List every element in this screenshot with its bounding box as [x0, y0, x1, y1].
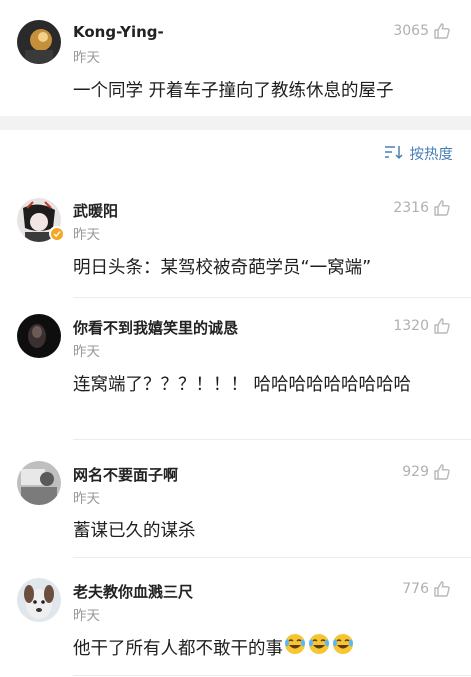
- laugh-cry-emoji-icon: [308, 633, 330, 665]
- avatar[interactable]: [17, 314, 61, 358]
- thumbs-up-icon: [433, 317, 451, 335]
- username[interactable]: Kong-Ying-: [73, 23, 164, 41]
- comment-text: 连窝端了？？？！！！ 哈哈哈哈哈哈哈哈哈: [73, 375, 412, 395]
- user-photo-icon: [17, 314, 61, 358]
- comment-text: 一个同学 开着车子撞向了教练休息的屋子: [73, 81, 394, 101]
- timestamp: 昨天: [73, 344, 100, 360]
- list-item: 网名不要面子啊 昨天 929 蓄谋已久的谋杀: [0, 440, 471, 558]
- sort-label: 按热度: [409, 147, 454, 163]
- like-count: 776: [402, 581, 429, 597]
- timestamp: 昨天: [73, 50, 100, 66]
- avatar[interactable]: [17, 578, 61, 622]
- thumbs-up-icon: [433, 199, 451, 217]
- thumbs-up-icon: [433, 463, 451, 481]
- thumbs-up-icon: [433, 580, 451, 598]
- divider: [73, 675, 471, 676]
- like-button[interactable]: 3065: [393, 22, 451, 40]
- comment-text-body: 他干了所有人都不敢干的事: [73, 639, 283, 659]
- user-photo-icon: [17, 578, 61, 622]
- verified-badge-icon: [49, 226, 64, 241]
- laugh-cry-emoji-icon: [284, 633, 306, 665]
- comment-text: 蓄谋已久的谋杀: [73, 521, 196, 541]
- username[interactable]: 你看不到我嬉笑里的诚恳: [73, 317, 238, 338]
- avatar[interactable]: [17, 20, 61, 64]
- comment-text: 他干了所有人都不敢干的事: [73, 633, 441, 665]
- comment-text: 明日头条：某驾校被奇葩学员“一窝端”: [73, 258, 372, 278]
- laugh-cry-emoji-icon: [332, 633, 354, 665]
- section-separator: [0, 116, 471, 130]
- like-count: 929: [402, 464, 429, 480]
- timestamp: 昨天: [73, 227, 100, 243]
- username[interactable]: 武暖阳: [73, 200, 118, 221]
- like-count: 3065: [393, 23, 429, 39]
- like-count: 2316: [393, 200, 429, 216]
- list-item: 武暖阳 昨天 2316 明日头条：某驾校被奇葩学员“一窝端”: [0, 180, 471, 298]
- timestamp: 昨天: [73, 608, 100, 624]
- like-button[interactable]: 776: [402, 580, 451, 598]
- like-button[interactable]: 929: [402, 463, 451, 481]
- avatar[interactable]: [17, 461, 61, 505]
- like-button[interactable]: 2316: [393, 199, 451, 217]
- sort-toggle[interactable]: 按热度: [384, 143, 454, 164]
- like-count: 1320: [393, 318, 429, 334]
- timestamp: 昨天: [73, 491, 100, 507]
- list-item: 你看不到我嬉笑里的诚恳 昨天 1320 连窝端了？？？！！！ 哈哈哈哈哈哈哈哈哈: [0, 298, 471, 440]
- top-comment: Kong-Ying- 昨天 3065 一个同学 开着车子撞向了教练休息的屋子: [0, 0, 471, 116]
- user-photo-icon: [17, 461, 61, 505]
- username[interactable]: 老夫教你血溅三尺: [73, 581, 193, 602]
- like-button[interactable]: 1320: [393, 317, 451, 335]
- thumbs-up-icon: [433, 22, 451, 40]
- user-photo-icon: [17, 20, 61, 64]
- list-item: 老夫教你血溅三尺 昨天 776 他干了所有人都不敢干的事: [0, 558, 471, 677]
- sort-icon: [384, 144, 404, 164]
- username[interactable]: 网名不要面子啊: [73, 464, 178, 485]
